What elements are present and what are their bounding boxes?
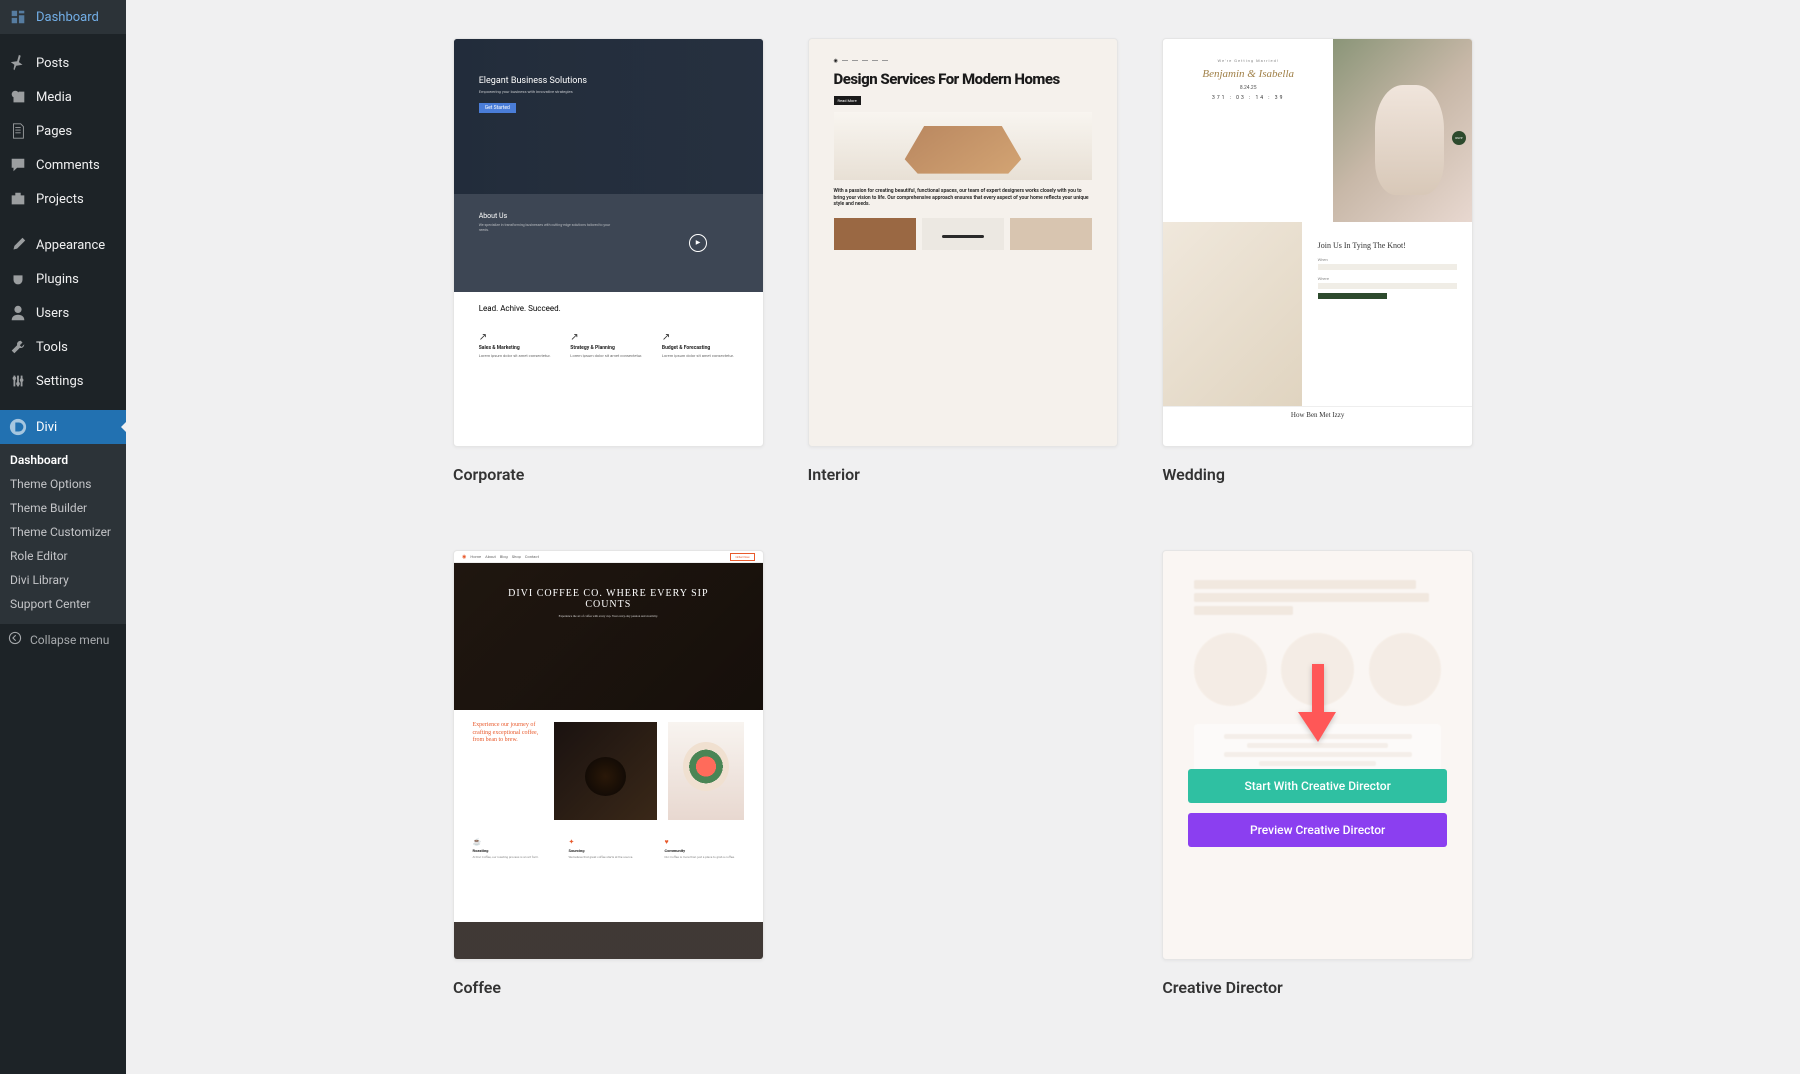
wedding-join: Join Us In Tying The Knot!: [1318, 241, 1457, 251]
layout-thumb: We're Getting Married! Benjamin & Isabel…: [1162, 38, 1473, 447]
menu-label: Tools: [36, 340, 68, 355]
menu-label: Media: [36, 90, 72, 105]
layout-thumb: Elegant Business Solutions Empowering yo…: [453, 38, 764, 447]
wedding-countdown: 371 : 03 : 14 : 39: [1179, 95, 1318, 101]
menu-dashboard[interactable]: Dashboard: [0, 0, 126, 34]
media-icon: [8, 87, 28, 107]
menu-settings[interactable]: Settings: [0, 364, 126, 398]
submenu-theme-customizer[interactable]: Theme Customizer: [0, 520, 126, 544]
menu-pages[interactable]: Pages: [0, 114, 126, 148]
menu-label: Plugins: [36, 272, 79, 287]
layout-title: Coffee: [453, 978, 764, 997]
submenu-dashboard[interactable]: Dashboard: [0, 448, 126, 472]
submenu-divi-library[interactable]: Divi Library: [0, 568, 126, 592]
layout-card-wedding[interactable]: We're Getting Married! Benjamin & Isabel…: [1162, 38, 1473, 484]
submenu-theme-builder[interactable]: Theme Builder: [0, 496, 126, 520]
menu-label: Projects: [36, 192, 84, 207]
corp-cta: Get Started: [479, 103, 516, 113]
rsvp-badge: RSVP: [1452, 131, 1466, 145]
preview-button[interactable]: Preview Creative Director: [1188, 813, 1447, 847]
collapse-icon: [8, 631, 22, 648]
admin-sidebar: Dashboard Posts Media Pages Comments Pro…: [0, 0, 126, 1074]
divi-submenu: Dashboard Theme Options Theme Builder Th…: [0, 444, 126, 624]
menu-label: Settings: [36, 374, 83, 389]
menu-label: Users: [36, 306, 69, 321]
menu-users[interactable]: Users: [0, 296, 126, 330]
menu-plugins[interactable]: Plugins: [0, 262, 126, 296]
brush-icon: [8, 235, 28, 255]
menu-divi[interactable]: Divi: [0, 410, 126, 444]
comment-icon: [8, 155, 28, 175]
menu-posts[interactable]: Posts: [0, 46, 126, 80]
plugin-icon: [8, 269, 28, 289]
menu-media[interactable]: Media: [0, 80, 126, 114]
wedding-footer: How Ben Met Izzy: [1163, 406, 1472, 447]
menu-tools[interactable]: Tools: [0, 330, 126, 364]
coffee-experience: Experience our journey of crafting excep…: [473, 722, 544, 744]
layout-title: Corporate: [453, 465, 764, 484]
wedding-date: 8.24.25: [1179, 85, 1318, 91]
submenu-role-editor[interactable]: Role Editor: [0, 544, 126, 568]
layout-card-coffee[interactable]: Home About Blog Shop Contact Order Now D…: [453, 550, 764, 996]
menu-appearance[interactable]: Appearance: [0, 228, 126, 262]
interior-body: With a passion for creating beautiful, f…: [834, 188, 1093, 208]
menu-label: Pages: [36, 124, 72, 139]
layout-thumb: Design Services For Modern Homes Read Mo…: [808, 38, 1119, 447]
user-icon: [8, 303, 28, 323]
menu-label: Divi: [36, 420, 57, 435]
coffee-hero-sub: Experience the art of coffee with every …: [485, 614, 732, 618]
layout-title: Creative Director: [1162, 978, 1473, 997]
layout-thumb: Start With Creative Director Preview Cre…: [1162, 550, 1473, 959]
submenu-theme-options[interactable]: Theme Options: [0, 472, 126, 496]
main-content: Elegant Business Solutions Empowering yo…: [126, 0, 1800, 1037]
corp-about-label: About Us: [479, 212, 738, 220]
submenu-support-center[interactable]: Support Center: [0, 592, 126, 616]
menu-label: Posts: [36, 56, 69, 71]
corp-lead-text: Lead. Achive. Succeed.: [454, 292, 763, 333]
layout-title: Wedding: [1162, 465, 1473, 484]
tools-icon: [8, 337, 28, 357]
portfolio-icon: [8, 189, 28, 209]
start-with-button[interactable]: Start With Creative Director: [1188, 769, 1447, 803]
pages-icon: [8, 121, 28, 141]
layout-card-corporate[interactable]: Elegant Business Solutions Empowering yo…: [453, 38, 764, 484]
interior-headline: Design Services For Modern Homes: [834, 72, 1093, 88]
corp-hero-text: Elegant Business Solutions: [479, 76, 738, 86]
arrow-down-icon: [1296, 664, 1340, 753]
layout-card-creative-director: Start With Creative Director Preview Cre…: [1162, 550, 1473, 996]
settings-icon: [8, 371, 28, 391]
play-icon: ▶: [689, 234, 707, 252]
wedding-names: Benjamin & Isabella: [1179, 68, 1318, 80]
menu-comments[interactable]: Comments: [0, 148, 126, 182]
layout-title: Interior: [808, 465, 1119, 484]
menu-label: Appearance: [36, 238, 105, 253]
divi-icon: [8, 417, 28, 437]
collapse-label: Collapse menu: [30, 633, 109, 647]
coffee-hero: DIVI COFFEE CO. WHERE EVERY SIP COUNTS: [485, 588, 732, 610]
layout-grid: Elegant Business Solutions Empowering yo…: [453, 38, 1473, 997]
dashboard-icon: [8, 7, 28, 27]
pin-icon: [8, 53, 28, 73]
menu-label: Dashboard: [36, 10, 99, 25]
menu-label: Comments: [36, 158, 100, 173]
layout-card-interior[interactable]: Design Services For Modern Homes Read Mo…: [808, 38, 1119, 484]
menu-projects[interactable]: Projects: [0, 182, 126, 216]
interior-tag: Read More: [834, 96, 861, 105]
collapse-menu-button[interactable]: Collapse menu: [0, 624, 126, 655]
layout-thumb: Home About Blog Shop Contact Order Now D…: [453, 550, 764, 959]
wedding-small: We're Getting Married!: [1179, 58, 1318, 63]
